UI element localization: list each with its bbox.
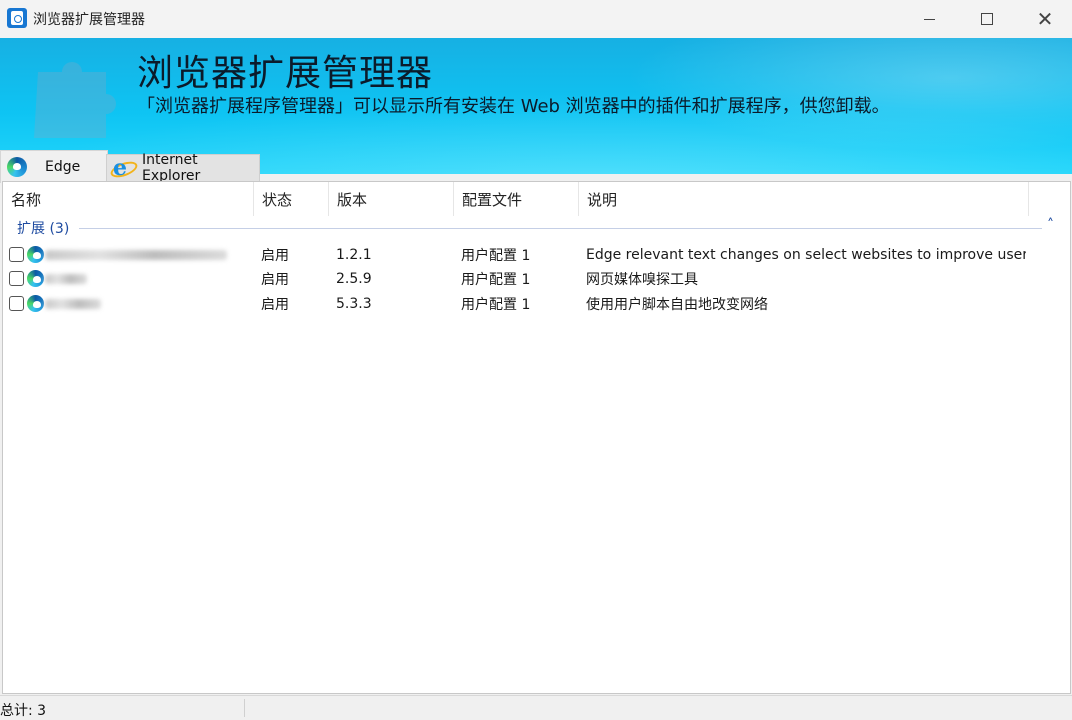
row-description: 使用用户脚本自由地改变网络 (586, 297, 768, 313)
ie-icon: e (108, 155, 140, 181)
list-item[interactable]: 启用 1.2.1 用户配置 1 Edge relevant text chang… (3, 243, 1070, 267)
blurred-extension-name (45, 299, 101, 309)
app-icon (7, 8, 27, 28)
edge-icon (27, 270, 44, 287)
column-header-profile[interactable]: 配置文件 (454, 182, 579, 216)
blurred-extension-name (45, 274, 87, 284)
row-description: Edge relevant text changes on select web… (586, 247, 1026, 263)
banner-subtitle: 「浏览器扩展程序管理器」可以显示所有安装在 Web 浏览器中的插件和扩展程序，供… (137, 96, 890, 117)
row-status: 启用 (261, 272, 289, 288)
minimize-button[interactable] (900, 0, 958, 38)
tab-edge[interactable]: Edge (0, 150, 108, 183)
list-item[interactable]: 启用 2.5.9 用户配置 1 网页媒体嗅探工具 (3, 267, 1070, 291)
row-status: 启用 (261, 297, 289, 313)
close-icon: ✕ (1036, 7, 1054, 31)
banner-title: 浏览器扩展管理器 (137, 53, 434, 94)
row-profile: 用户配置 1 (461, 297, 531, 313)
row-checkbox[interactable] (9, 271, 24, 286)
column-headers: 名称 状态 版本 配置文件 说明 (3, 182, 1070, 216)
tab-ie-label: Internet Explorer (142, 152, 201, 184)
row-status: 启用 (261, 248, 289, 264)
row-checkbox[interactable] (9, 247, 24, 262)
list-item[interactable]: 启用 5.3.3 用户配置 1 使用用户脚本自由地改变网络 (3, 292, 1070, 316)
row-version: 5.3.3 (336, 296, 372, 312)
tab-internet-explorer[interactable]: e Internet Explorer (106, 152, 260, 184)
extension-list[interactable]: 名称 状态 版本 配置文件 说明 扩展 (3) ˄ 启用 1.2.1 用户配置 … (2, 181, 1071, 694)
row-version: 1.2.1 (336, 247, 372, 263)
group-divider (79, 228, 1042, 229)
puzzle-piece-icon (34, 62, 116, 138)
status-bar: 总计: 3 (0, 695, 1072, 720)
maximize-button[interactable] (958, 0, 1016, 38)
title-bar: 浏览器扩展管理器 ✕ (0, 0, 1072, 39)
column-header-version[interactable]: 版本 (329, 182, 454, 216)
browser-tabs: Edge e Internet Explorer (0, 148, 1072, 184)
row-checkbox[interactable] (9, 296, 24, 311)
row-profile: 用户配置 1 (461, 272, 531, 288)
edge-icon (27, 246, 44, 263)
tab-edge-label: Edge (45, 159, 81, 175)
row-description: 网页媒体嗅探工具 (586, 272, 698, 288)
close-button[interactable]: ✕ (1016, 0, 1072, 38)
window-title: 浏览器扩展管理器 (33, 12, 145, 28)
row-version: 2.5.9 (336, 271, 372, 287)
blurred-extension-name (45, 250, 227, 260)
status-divider (244, 699, 245, 717)
chevron-up-icon[interactable]: ˄ (1047, 217, 1054, 233)
maximize-icon (981, 13, 993, 25)
edge-icon (27, 295, 44, 312)
group-header-extensions[interactable]: 扩展 (3) (17, 218, 69, 238)
row-profile: 用户配置 1 (461, 248, 531, 264)
edge-icon (7, 157, 27, 177)
status-count: 总计: 3 (0, 703, 47, 719)
column-header-description[interactable]: 说明 (579, 182, 1029, 216)
minimize-icon (923, 18, 935, 20)
column-header-status[interactable]: 状态 (254, 182, 329, 216)
column-header-name[interactable]: 名称 (3, 182, 254, 216)
